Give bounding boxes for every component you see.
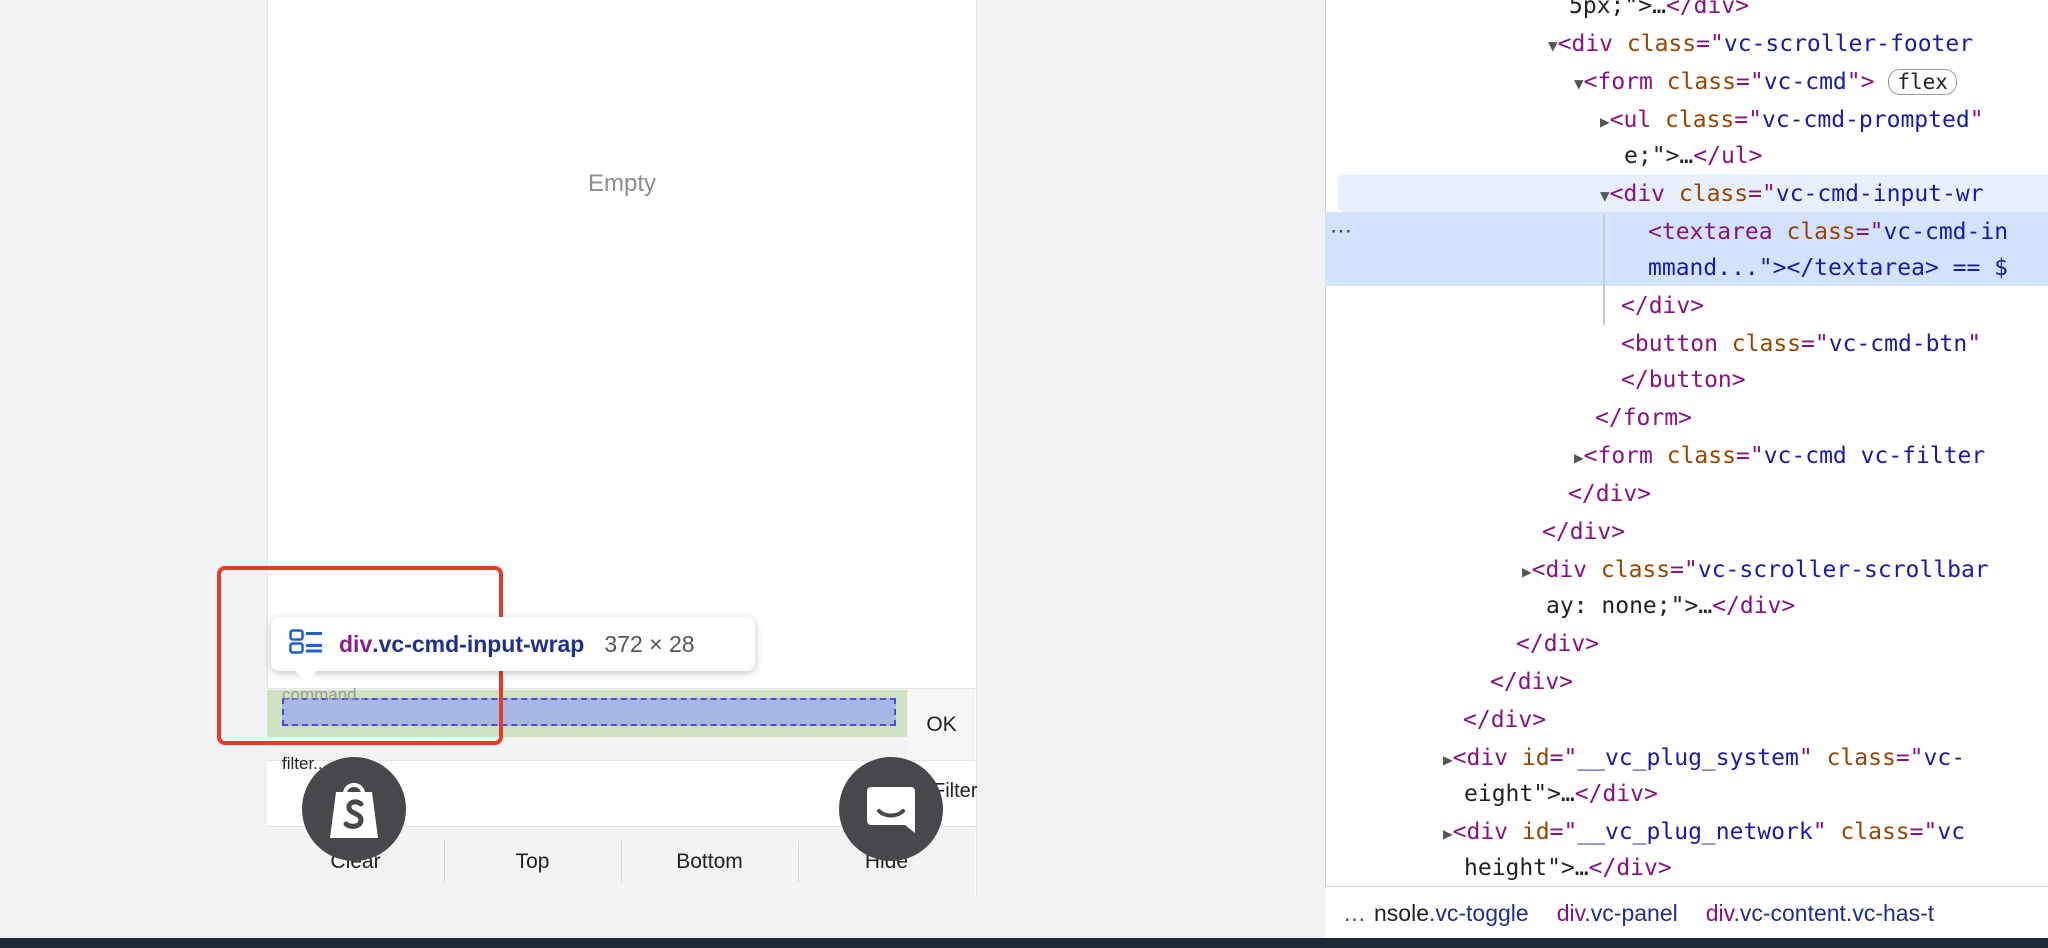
breadcrumb-item[interactable]: div.vc-content.vc-has-t — [1706, 900, 1934, 927]
tree-guide-line — [1603, 215, 1605, 325]
flex-badge[interactable]: flex — [1888, 69, 1957, 95]
top-button[interactable]: Top — [444, 827, 621, 896]
layout-grid-icon — [289, 628, 323, 660]
dom-line[interactable]: ▶<div id="__vc_plug_system" class="vc- — [1443, 744, 1965, 774]
dom-line[interactable]: </div> — [1490, 668, 1573, 696]
dom-line[interactable]: </div> — [1516, 630, 1599, 658]
dom-line-selected[interactable]: <textarea class="vc-cmd-in — [1648, 218, 2008, 246]
dom-line[interactable]: </div> — [1621, 292, 1704, 320]
tooltip-arrow — [294, 670, 318, 682]
dom-line[interactable]: ▶<form class="vc-cmd vc-filter — [1574, 442, 1985, 472]
dom-line[interactable]: ▶<ul class="vc-cmd-prompted" — [1600, 106, 1984, 136]
dom-line: height">…</div> — [1464, 855, 1672, 881]
tooltip-tag: div — [339, 630, 373, 657]
dom-line: e;">…</ul> — [1624, 143, 1763, 169]
dom-line[interactable]: <button class="vc-cmd-btn" — [1621, 330, 1981, 358]
tooltip-class: .vc-cmd-input-wrap — [372, 630, 585, 657]
dom-line[interactable]: </form> — [1595, 404, 1692, 432]
dom-line[interactable]: </div> — [1542, 518, 1625, 546]
dom-line: ay: none;">…</div> — [1546, 593, 1796, 619]
dom-line[interactable]: ▶<div id="__vc_plug_network" class="vc — [1443, 818, 1965, 848]
dom-line[interactable]: </div> — [1568, 480, 1651, 508]
inspect-tooltip: div .vc-cmd-input-wrap 372 × 28 — [271, 617, 755, 671]
node-actions-dots[interactable]: ⋯ — [1330, 218, 1352, 244]
breadcrumb-item[interactable]: nsole.vc-toggle — [1374, 900, 1529, 927]
os-taskbar — [0, 938, 2048, 948]
ok-button[interactable]: OK — [908, 690, 975, 760]
shopify-bag-icon[interactable] — [302, 757, 406, 861]
dom-line-selected: mmand..."></textarea> == $ — [1648, 255, 2009, 281]
dom-line[interactable]: 5px;">…</div> — [1569, 0, 1749, 20]
dom-breadcrumb: … nsole.vc-toggle div.vc-panel div.vc-co… — [1325, 886, 2048, 939]
bottom-button[interactable]: Bottom — [621, 827, 798, 896]
dom-line[interactable]: ▶<div class="vc-scroller-scrollbar — [1522, 556, 1989, 586]
dom-line: eight">…</div> — [1464, 781, 1658, 807]
breadcrumb-item[interactable]: div.vc-panel — [1557, 900, 1678, 927]
dom-line: </button> — [1621, 367, 1746, 393]
chat-bubble-icon[interactable] — [839, 757, 943, 861]
dom-line[interactable]: ▼<form class="vc-cmd"> flex — [1574, 68, 1957, 98]
dom-line[interactable]: ▼<div class="vc-cmd-input-wr — [1600, 180, 1984, 210]
empty-state-text: Empty — [587, 170, 656, 197]
breadcrumb-overflow[interactable]: … — [1343, 900, 1366, 927]
dom-line[interactable]: ▼<div class="vc-scroller-footer — [1548, 30, 1973, 60]
dom-line[interactable]: </div> — [1463, 706, 1546, 734]
tooltip-size: 372 × 28 — [604, 630, 695, 657]
